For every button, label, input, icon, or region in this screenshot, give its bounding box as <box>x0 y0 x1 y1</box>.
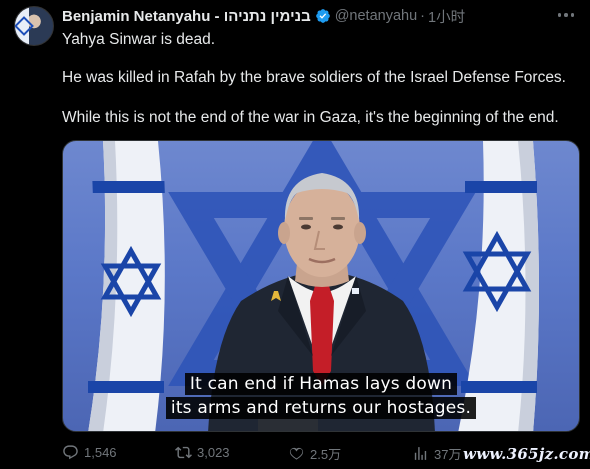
watermark: www.365jz.com <box>461 444 590 464</box>
tweet[interactable]: Benjamin Netanyahu - בנימין נתניהו @neta… <box>0 0 590 469</box>
like-count: 2.5万 <box>310 447 342 462</box>
views-button[interactable]: 37万 <box>412 444 461 463</box>
views-icon <box>414 447 427 460</box>
author-handle[interactable]: @netanyahu <box>335 8 417 24</box>
retweet-count: 3,023 <box>197 445 230 460</box>
like-button[interactable]: 2.5万 <box>288 444 341 463</box>
views-count: 37万 <box>434 447 462 462</box>
tweet-text-line-2: He was killed in Rafah by the brave sold… <box>62 69 566 86</box>
video-frame <box>88 141 539 431</box>
retweet-button[interactable]: 3,023 <box>175 444 230 461</box>
tweet-timestamp[interactable]: 1小时 <box>428 6 465 27</box>
tweet-text-line-1: Yahya Sinwar is dead. <box>62 31 216 48</box>
reply-icon <box>63 445 78 460</box>
verified-badge-icon <box>315 9 330 23</box>
video-player[interactable]: It can end if Hamas lays down its arms a… <box>62 140 580 432</box>
author-name[interactable]: Benjamin Netanyahu - בנימין נתניהו <box>62 8 311 25</box>
reply-count: 1,546 <box>84 445 117 460</box>
tweet-text-line-3: While this is not the end of the war in … <box>62 109 559 126</box>
reply-button[interactable]: 1,546 <box>62 444 117 461</box>
retweet-icon <box>175 446 192 459</box>
more-icon[interactable] <box>556 8 576 22</box>
like-icon <box>289 447 304 460</box>
separator-dot: · <box>420 8 425 24</box>
tweet-header: Benjamin Netanyahu - בנימין נתניהו @neta… <box>62 6 465 26</box>
author-avatar[interactable] <box>14 6 54 46</box>
